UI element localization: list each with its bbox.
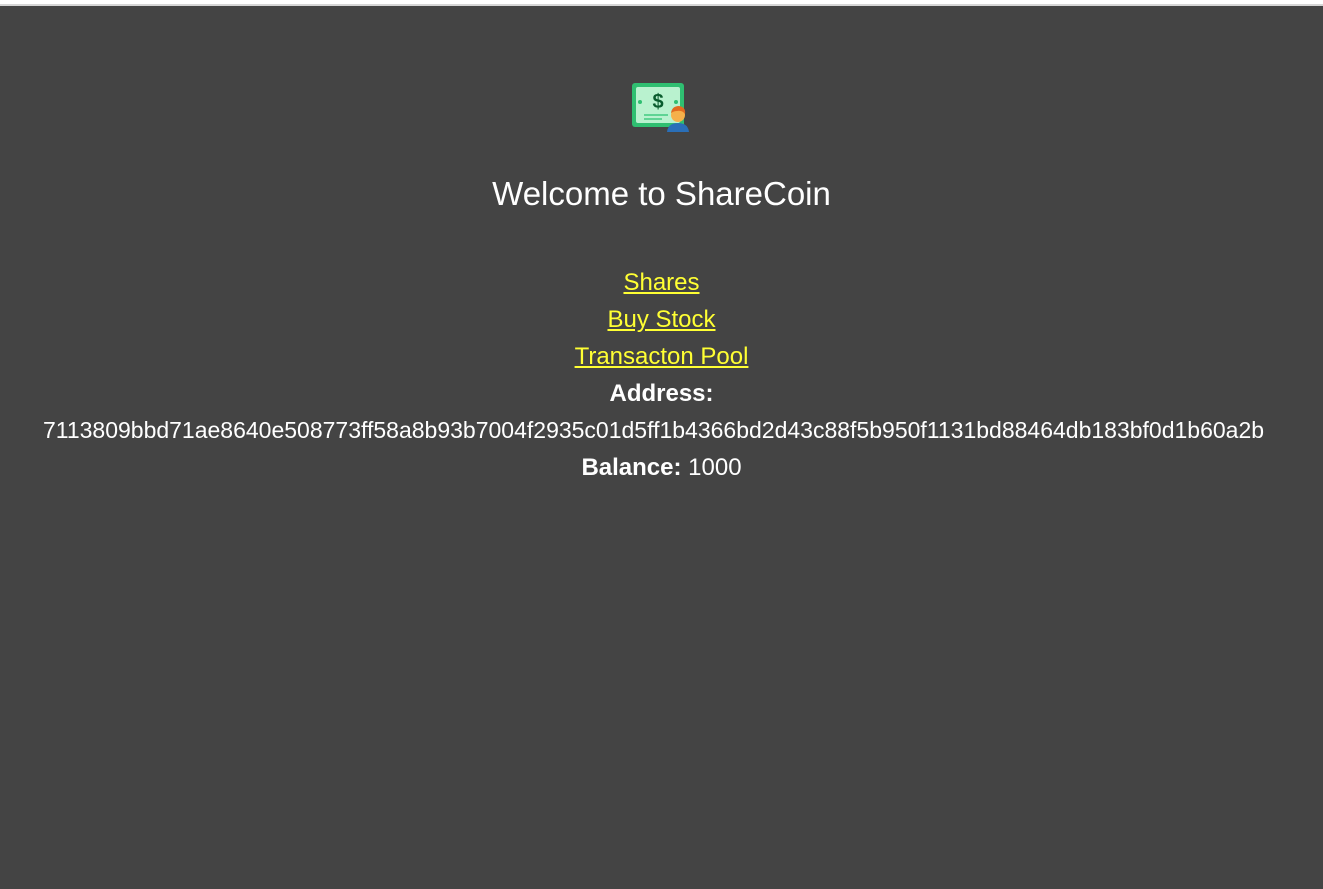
address-value-row: 7113809bbd71ae8640e508773ff58a8b93b7004f…	[0, 412, 1323, 449]
balance-value: 1000	[688, 454, 742, 481]
window-top-border	[0, 0, 1323, 6]
balance-row: Balance: 1000	[0, 449, 1323, 486]
nav-link-shares[interactable]: Shares	[623, 264, 699, 301]
balance-label: Balance:	[581, 454, 682, 481]
svg-text:$: $	[652, 91, 663, 113]
main-content: $ Welcome to ShareCoin Shares Buy Stock …	[0, 80, 1323, 486]
money-bill-person-icon: $	[631, 83, 689, 132]
nav-link-transaction-pool[interactable]: Transacton Pool	[575, 338, 749, 375]
page-title: Welcome to ShareCoin	[492, 175, 831, 212]
main-nav: Shares Buy Stock Transacton Pool	[0, 264, 1323, 375]
address-value: 7113809bbd71ae8640e508773ff58a8b93b7004f…	[42, 417, 1265, 443]
nav-link-buy-stock[interactable]: Buy Stock	[607, 301, 715, 338]
address-label: Address:	[609, 380, 714, 407]
